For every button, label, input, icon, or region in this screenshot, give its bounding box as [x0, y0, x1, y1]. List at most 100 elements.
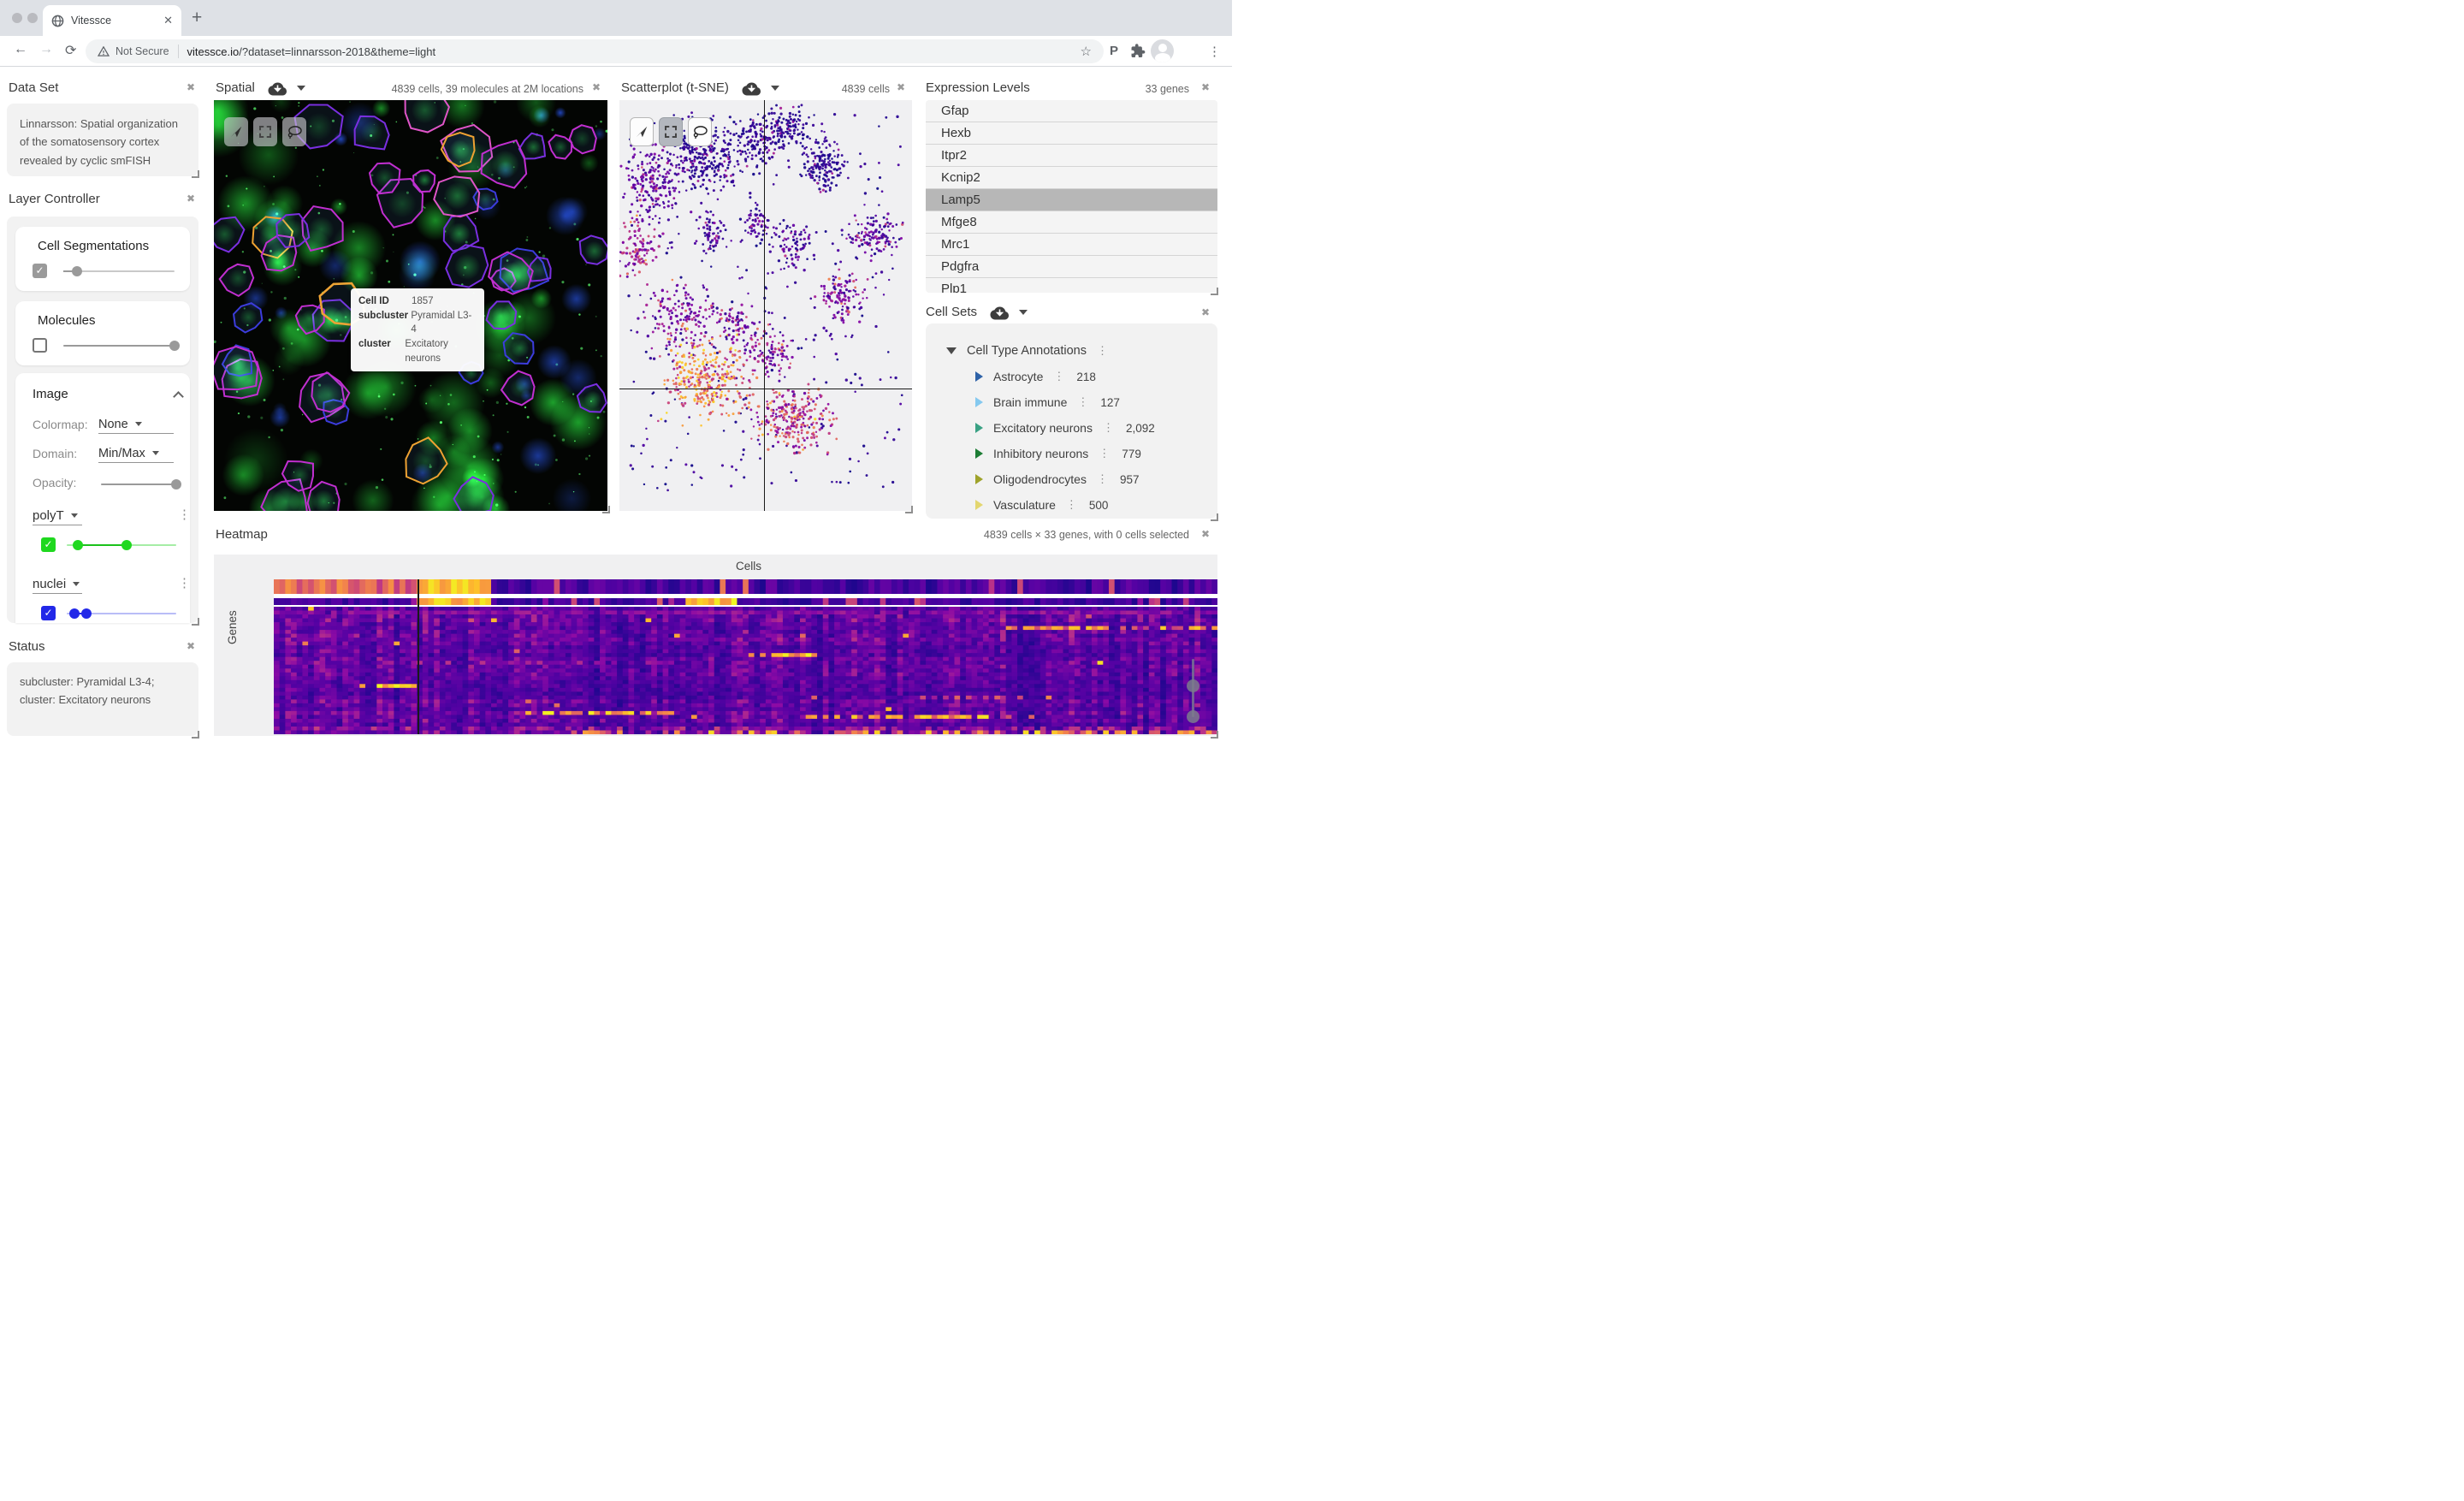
nuclei-range-slider[interactable] [67, 613, 176, 614]
opacity-slider[interactable] [101, 484, 176, 485]
set-color-triangle-icon[interactable] [975, 500, 983, 510]
scatterplot-resize-handle[interactable] [905, 506, 913, 513]
spatial-rectangle-select-button[interactable] [253, 117, 277, 146]
gene-item[interactable]: Itpr2 [926, 145, 1217, 167]
scatterplot-download-cloud-icon[interactable] [741, 81, 761, 96]
spatial-pan-tool-button[interactable] [224, 117, 248, 146]
lasso-select-icon [692, 125, 708, 139]
gene-item[interactable]: Gfap [926, 100, 1217, 122]
gene-item[interactable]: Hexb [926, 122, 1217, 145]
set-kebab-icon[interactable]: ⋮ [1099, 447, 1110, 460]
extension-p-icon[interactable]: P [1110, 44, 1118, 58]
set-kebab-icon[interactable]: ⋮ [1103, 421, 1114, 435]
cell-type-annotations-node[interactable]: Cell Type Annotations ⋮ [946, 344, 1108, 358]
gene-item[interactable]: Pdgfra [926, 256, 1217, 278]
polyT-checkbox[interactable]: ✓ [41, 537, 56, 552]
domain-select[interactable]: Min/Max [98, 447, 174, 463]
gene-item[interactable]: Plp1 [926, 278, 1217, 293]
window-minimize-light[interactable] [27, 13, 38, 23]
browser-tab[interactable]: Vitessce ✕ [43, 5, 181, 36]
window-close-light[interactable] [12, 13, 22, 23]
polyT-kebab-icon[interactable]: ⋮ [178, 507, 191, 522]
browser-menu-kebab-icon[interactable]: ⋮ [1208, 44, 1221, 59]
scatterplot-view[interactable] [619, 100, 912, 511]
spatial-options-caret-icon[interactable] [297, 86, 305, 91]
reload-icon[interactable]: ⟳ [65, 42, 76, 59]
nuclei-kebab-icon[interactable]: ⋮ [178, 575, 191, 590]
set-kebab-icon[interactable]: ⋮ [1066, 498, 1077, 512]
colormap-select[interactable]: None [98, 418, 174, 434]
cell-sets-download-cloud-icon[interactable] [989, 306, 1010, 320]
set-color-triangle-icon[interactable] [975, 397, 983, 407]
channel-select-nuclei[interactable]: nuclei [33, 577, 82, 594]
back-icon[interactable]: ← [14, 42, 27, 57]
layer-controller-resize-handle[interactable] [192, 618, 199, 626]
polyT-range-slider[interactable] [67, 544, 176, 546]
cell-segmentations-checkbox[interactable]: ✓ [33, 264, 47, 278]
cell-set-item[interactable]: Vasculature ⋮ 500 [975, 498, 1108, 512]
scatterplot-canvas[interactable] [619, 100, 912, 511]
layer-controller-close-icon[interactable]: ✖ [187, 193, 195, 205]
status-close-icon[interactable]: ✖ [187, 640, 195, 652]
forward-icon[interactable]: → [39, 42, 53, 57]
gene-item[interactable]: Mrc1 [926, 234, 1217, 256]
address-bar[interactable]: Not Secure vitessce.io/?dataset=linnarss… [86, 39, 1104, 63]
cell-set-item[interactable]: Oligodendrocytes ⋮ 957 [975, 472, 1139, 486]
scatterplot-options-caret-icon[interactable] [771, 86, 779, 91]
set-kebab-icon[interactable]: ⋮ [1077, 395, 1088, 409]
scatterplot-close-icon[interactable]: ✖ [897, 81, 905, 93]
chevron-up-icon[interactable] [173, 391, 184, 402]
dataset-resize-handle[interactable] [192, 170, 199, 178]
spatial-view[interactable]: Cell ID1857 subclusterPyramidal L3-4 clu… [214, 100, 607, 511]
heatmap-close-icon[interactable]: ✖ [1201, 528, 1210, 540]
nuclei-checkbox[interactable]: ✓ [41, 606, 56, 620]
scatterplot-rectangle-select-button[interactable] [659, 117, 683, 146]
cell-sets-close-icon[interactable]: ✖ [1201, 306, 1210, 318]
new-tab-button[interactable]: + [192, 8, 202, 28]
gene-item[interactable]: Kcnip2 [926, 167, 1217, 189]
spatial-resize-handle[interactable] [602, 506, 610, 513]
channel-select-polyT[interactable]: polyT [33, 508, 82, 525]
tab-close-icon[interactable]: ✕ [163, 14, 173, 27]
dataset-close-icon[interactable]: ✖ [187, 81, 195, 93]
molecules-radius-slider[interactable] [63, 345, 175, 347]
gene-item[interactable]: Mfge8 [926, 211, 1217, 234]
set-color-triangle-icon[interactable] [975, 371, 983, 382]
expression-close-icon[interactable]: ✖ [1201, 81, 1210, 93]
scatterplot-pan-tool-button[interactable] [630, 117, 654, 146]
molecules-checkbox[interactable] [33, 338, 47, 353]
cell-set-item[interactable]: Brain immune ⋮ 127 [975, 395, 1120, 409]
extensions-puzzle-icon[interactable] [1129, 43, 1146, 59]
cell-segmentations-opacity-slider[interactable] [63, 270, 175, 272]
cell-set-item[interactable]: Astrocyte ⋮ 218 [975, 370, 1096, 383]
spatial-download-cloud-icon[interactable] [267, 81, 287, 96]
heatmap-view[interactable]: Cells Genes [214, 555, 1217, 736]
heatmap-canvas[interactable] [274, 579, 1217, 734]
status-resize-handle[interactable] [192, 731, 199, 739]
cell-sets-options-caret-icon[interactable] [1019, 310, 1028, 315]
expression-resize-handle[interactable] [1211, 288, 1218, 295]
scatterplot-panel-title: Scatterplot (t-SNE) [621, 80, 779, 96]
heatmap-zoom-handle-bottom[interactable] [1187, 710, 1199, 723]
heatmap-y-axis-label: Genes [226, 610, 239, 644]
heatmap-zoom-slider[interactable] [1192, 659, 1194, 717]
heatmap-zoom-handle-top[interactable] [1187, 679, 1199, 692]
cell-sets-resize-handle[interactable] [1211, 513, 1218, 521]
cell-set-item[interactable]: Inhibitory neurons ⋮ 779 [975, 447, 1141, 460]
gene-item-selected[interactable]: Lamp5 [926, 189, 1217, 211]
set-kebab-icon[interactable]: ⋮ [1097, 472, 1108, 486]
set-kebab-icon[interactable]: ⋮ [1053, 370, 1064, 383]
spatial-lasso-select-button[interactable] [282, 117, 306, 146]
set-color-triangle-icon[interactable] [975, 474, 983, 484]
rectangle-select-icon [665, 126, 677, 138]
cell-set-item[interactable]: Excitatory neurons ⋮ 2,092 [975, 421, 1155, 435]
bookmark-star-icon[interactable]: ☆ [1081, 44, 1092, 59]
tree-collapse-icon[interactable] [946, 347, 957, 354]
heatmap-resize-handle[interactable] [1211, 731, 1218, 739]
spatial-close-icon[interactable]: ✖ [592, 81, 601, 93]
scatterplot-lasso-select-button[interactable] [688, 117, 712, 146]
set-color-triangle-icon[interactable] [975, 423, 983, 433]
browser-profile-avatar[interactable] [1151, 39, 1174, 62]
cell-type-annotations-kebab-icon[interactable]: ⋮ [1097, 344, 1108, 358]
set-color-triangle-icon[interactable] [975, 448, 983, 459]
